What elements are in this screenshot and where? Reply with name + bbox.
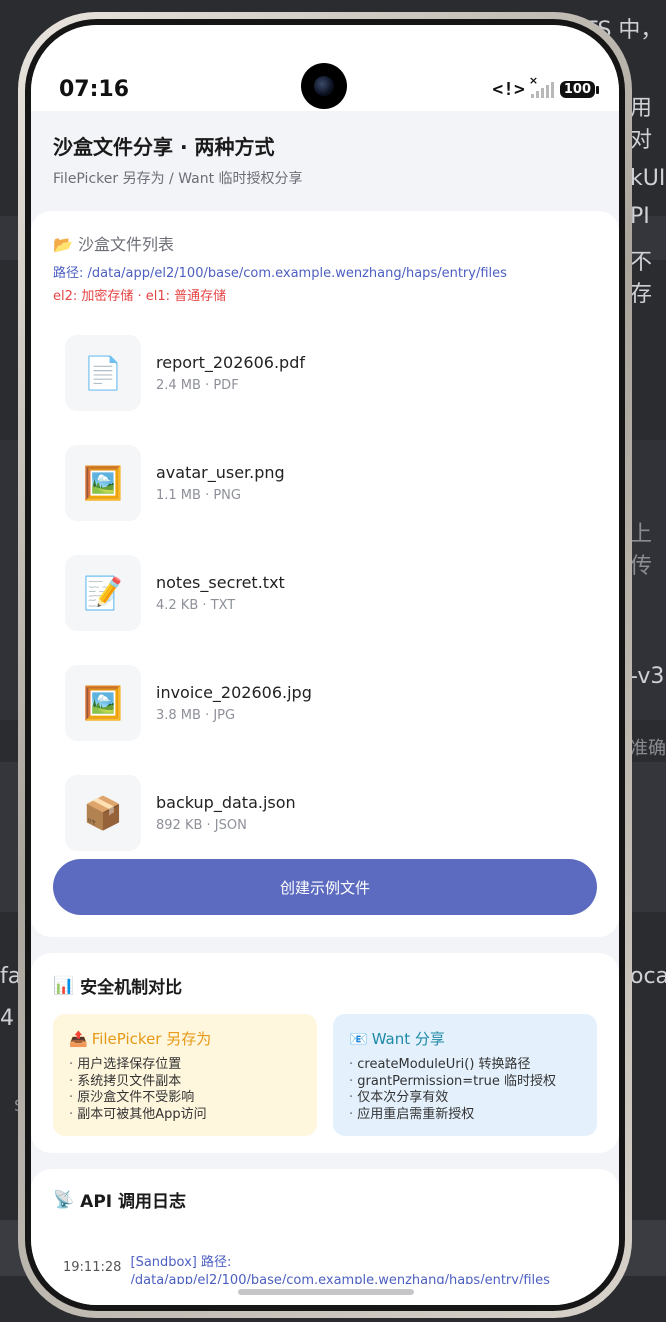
background-text: 不存 bbox=[630, 250, 653, 307]
api-log-card: 📡 API 调用日志 19:11:28 [Sandbox] 路径: /data/… bbox=[31, 1169, 619, 1305]
file-item-invoice[interactable]: 🖼️ invoice_202606.jpg 3.8 MB · JPG bbox=[53, 648, 597, 758]
file-name: notes_secret.txt bbox=[156, 573, 285, 592]
want-title-label: Want 分享 bbox=[371, 1030, 445, 1048]
list-item: 用户选择保存位置 bbox=[69, 1057, 301, 1074]
satellite-icon: 📡 bbox=[53, 1189, 75, 1210]
file-list: 📄 report_202606.pdf 2.4 MB · PDF 🖼️ avat… bbox=[53, 318, 597, 868]
create-sample-files-button[interactable]: 创建示例文件 bbox=[53, 859, 597, 915]
file-meta: 2.4 MB · PDF bbox=[156, 378, 239, 393]
filepicker-title: 📤 FilePicker 另存为 bbox=[69, 1028, 301, 1049]
security-title-label: 安全机制对比 bbox=[80, 978, 183, 998]
log-title: 📡 API 调用日志 bbox=[53, 1187, 597, 1213]
filepicker-title-label: FilePicker 另存为 bbox=[91, 1030, 212, 1048]
log-title-label: API 调用日志 bbox=[80, 1192, 187, 1212]
phone-bezel: 07:16 <!> × 100 沙盒文件分享 · 两种方式 FilePicker… bbox=[25, 19, 625, 1311]
page-subtitle: FilePicker 另存为 / Want 临时授权分享 bbox=[53, 171, 303, 187]
log-time: 19:11:28 bbox=[63, 1260, 122, 1275]
list-item: createModuleUri() 转换路径 bbox=[349, 1057, 581, 1074]
status-time: 07:16 bbox=[59, 77, 130, 102]
compare-row: 📤 FilePicker 另存为 用户选择保存位置 系统拷贝文件副本 原沙盒文件… bbox=[53, 1014, 597, 1136]
background-text: 4 bbox=[0, 1006, 14, 1031]
file-name: backup_data.json bbox=[156, 793, 296, 812]
status-icons: <!> × 100 bbox=[492, 74, 600, 100]
list-item: 原沙盒文件不受影响 bbox=[69, 1090, 301, 1107]
chart-icon: 📊 bbox=[53, 975, 75, 996]
sandbox-title: 📂 沙盒文件列表 bbox=[53, 231, 597, 255]
list-item: grantPermission=true 临时授权 bbox=[349, 1074, 581, 1091]
network-alert-icon: <!> bbox=[492, 79, 525, 100]
security-title: 📊 安全机制对比 bbox=[53, 973, 597, 999]
sandbox-file-card: 📂 沙盒文件列表 路径: /data/app/el2/100/base/com.… bbox=[31, 211, 619, 937]
sandbox-path: 路径: /data/app/el2/100/base/com.example.w… bbox=[53, 266, 507, 281]
list-item: 系统拷贝文件副本 bbox=[69, 1074, 301, 1091]
want-box: 📧 Want 分享 createModuleUri() 转换路径 grantPe… bbox=[333, 1014, 597, 1136]
memo-icon: 📝 bbox=[65, 555, 141, 631]
file-item-report[interactable]: 📄 report_202606.pdf 2.4 MB · PDF bbox=[53, 318, 597, 428]
file-name: invoice_202606.jpg bbox=[156, 683, 312, 702]
page-header: 沙盒文件分享 · 两种方式 FilePicker 另存为 / Want 临时授权… bbox=[31, 111, 619, 211]
background-text: 用对 bbox=[630, 96, 653, 153]
storage-note: el2: 加密存储 · el1: 普通存储 bbox=[53, 289, 227, 304]
app-content: 沙盒文件分享 · 两种方式 FilePicker 另存为 / Want 临时授权… bbox=[31, 111, 619, 1305]
background-text: kUI bbox=[630, 166, 666, 191]
background-text: PI bbox=[630, 204, 650, 229]
file-meta: 1.1 MB · PNG bbox=[156, 488, 241, 503]
home-indicator[interactable] bbox=[238, 1289, 414, 1295]
package-icon: 📦 bbox=[65, 775, 141, 851]
phone-screen: 07:16 <!> × 100 沙盒文件分享 · 两种方式 FilePicker… bbox=[31, 25, 619, 1305]
file-name: report_202606.pdf bbox=[156, 353, 305, 372]
background-text: 准确 bbox=[630, 738, 666, 759]
background-text: 上传 bbox=[630, 522, 653, 579]
want-list: createModuleUri() 转换路径 grantPermission=t… bbox=[349, 1057, 581, 1123]
file-meta: 3.8 MB · JPG bbox=[156, 708, 236, 723]
log-message: [Sandbox] 路径: /data/app/el2/100/base/com… bbox=[130, 1255, 550, 1284]
signal-icon: × bbox=[529, 74, 554, 98]
document-icon: 📄 bbox=[65, 335, 141, 411]
file-meta: 4.2 KB · TXT bbox=[156, 598, 236, 613]
background-text: oca bbox=[630, 964, 666, 989]
file-name: avatar_user.png bbox=[156, 463, 285, 482]
sandbox-title-label: 沙盒文件列表 bbox=[78, 235, 175, 254]
security-compare-card: 📊 安全机制对比 📤 FilePicker 另存为 用户选择保存位置 系统拷贝文… bbox=[31, 953, 619, 1153]
phone-frame: 07:16 <!> × 100 沙盒文件分享 · 两种方式 FilePicker… bbox=[18, 12, 632, 1318]
folder-icon: 📂 bbox=[53, 235, 73, 254]
want-title: 📧 Want 分享 bbox=[349, 1028, 581, 1049]
list-item: 副本可被其他App访问 bbox=[69, 1107, 301, 1124]
outbox-icon: 📤 bbox=[69, 1029, 88, 1048]
background-text: -v3 bbox=[630, 664, 665, 689]
filepicker-box: 📤 FilePicker 另存为 用户选择保存位置 系统拷贝文件副本 原沙盒文件… bbox=[53, 1014, 317, 1136]
filepicker-list: 用户选择保存位置 系统拷贝文件副本 原沙盒文件不受影响 副本可被其他App访问 bbox=[69, 1057, 301, 1123]
file-meta: 892 KB · JSON bbox=[156, 818, 247, 833]
battery-icon: 100 bbox=[559, 81, 600, 98]
list-item: 仅本次分享有效 bbox=[349, 1090, 581, 1107]
list-item: 应用重启需重新授权 bbox=[349, 1107, 581, 1124]
log-entry: 19:11:28 [Sandbox] 路径: /data/app/el2/100… bbox=[53, 1254, 597, 1284]
email-icon: 📧 bbox=[349, 1029, 368, 1048]
page-title: 沙盒文件分享 · 两种方式 bbox=[53, 135, 275, 159]
file-item-notes[interactable]: 📝 notes_secret.txt 4.2 KB · TXT bbox=[53, 538, 597, 648]
front-camera bbox=[301, 63, 347, 109]
image-icon: 🖼️ bbox=[65, 665, 141, 741]
file-item-avatar[interactable]: 🖼️ avatar_user.png 1.1 MB · PNG bbox=[53, 428, 597, 538]
image-icon: 🖼️ bbox=[65, 445, 141, 521]
status-bar: 07:16 <!> × 100 bbox=[31, 25, 619, 111]
file-item-backup[interactable]: 📦 backup_data.json 892 KB · JSON bbox=[53, 758, 597, 868]
